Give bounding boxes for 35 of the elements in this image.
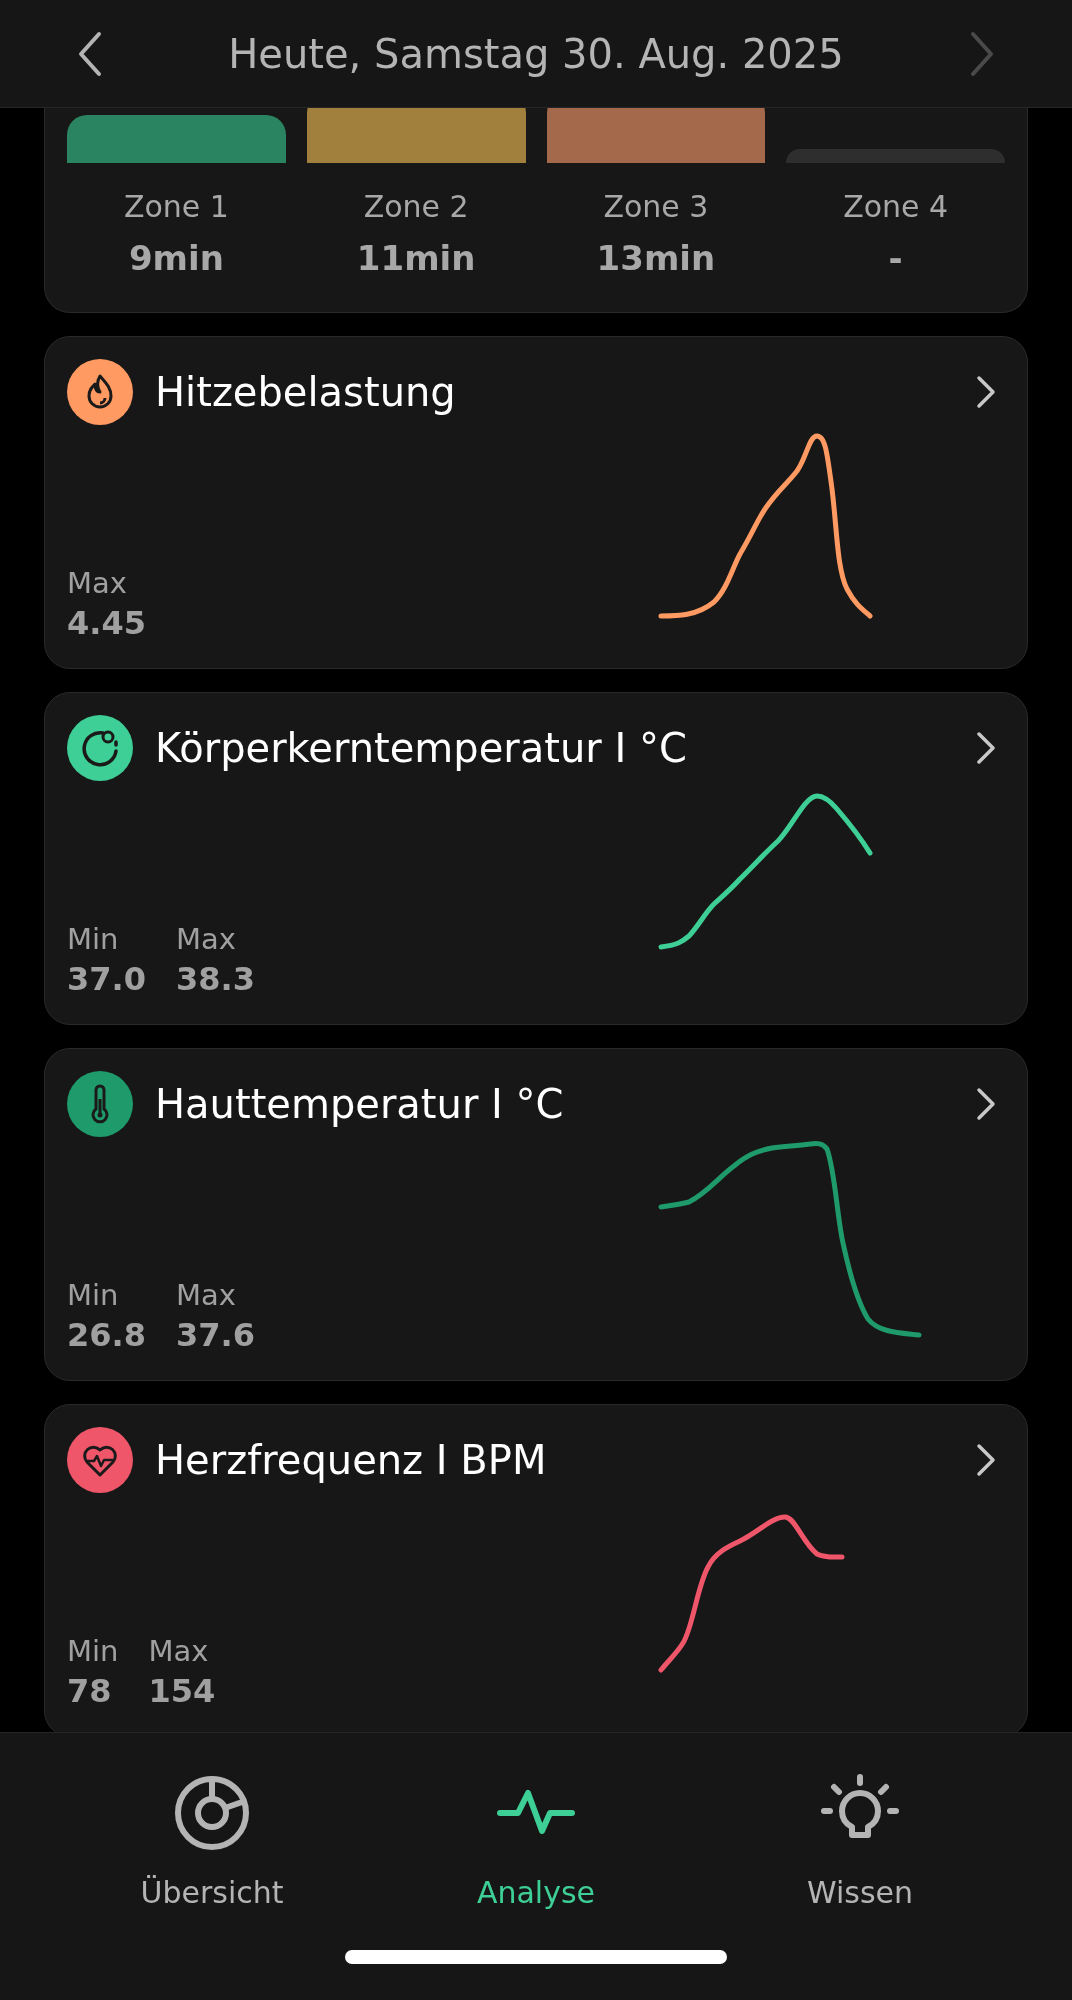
stat-value: 26.8	[67, 1316, 146, 1354]
zone-duration: -	[888, 238, 903, 278]
zone-label: Zone 4	[843, 189, 949, 224]
chevron-icon[interactable]	[975, 374, 997, 410]
stat-value: 38.3	[175, 960, 255, 998]
zone-label: Zone 3	[603, 189, 709, 224]
card-title: Herzfrequenz I BPM	[155, 1437, 548, 1483]
stat-value: 154	[148, 1672, 216, 1710]
zone-duration: 13min	[596, 238, 716, 278]
stat-label: Min	[67, 1278, 120, 1312]
stat-label: Max	[67, 566, 128, 600]
zone-duration: 9min	[128, 238, 224, 278]
chevron-icon[interactable]	[975, 1442, 997, 1478]
zone-label: Zone 1	[123, 189, 229, 224]
stat-label: Min	[67, 922, 120, 956]
chevron-icon[interactable]	[975, 1086, 997, 1122]
tab-item[interactable]: Analyse	[406, 1773, 666, 1910]
stat-label: Max	[175, 922, 237, 956]
stat-value: 37.0	[67, 960, 146, 998]
zone-label: Zone 2	[363, 189, 469, 224]
stat-label: Max	[148, 1634, 210, 1668]
stat-value: 78	[67, 1672, 113, 1710]
date-title: Heute, Samstag 30. Aug. 2025	[228, 30, 844, 77]
tab-item[interactable]: Übersicht	[82, 1773, 342, 1910]
stat-label: Max	[175, 1278, 237, 1312]
tab-item[interactable]: Wissen	[730, 1773, 990, 1910]
zone-duration: 11min	[356, 238, 476, 278]
stat-label: Min	[67, 1634, 119, 1668]
stat-value: 4.45	[67, 604, 146, 642]
card-title: Körperkerntemperatur I °C	[155, 725, 688, 771]
card-title: Hitzebelastung	[155, 369, 457, 415]
stat-value: 37.6	[175, 1316, 255, 1354]
chevron-icon[interactable]	[975, 730, 997, 766]
ring-chart-icon	[172, 1773, 252, 1853]
card-title: Hauttemperatur I °C	[155, 1081, 565, 1127]
